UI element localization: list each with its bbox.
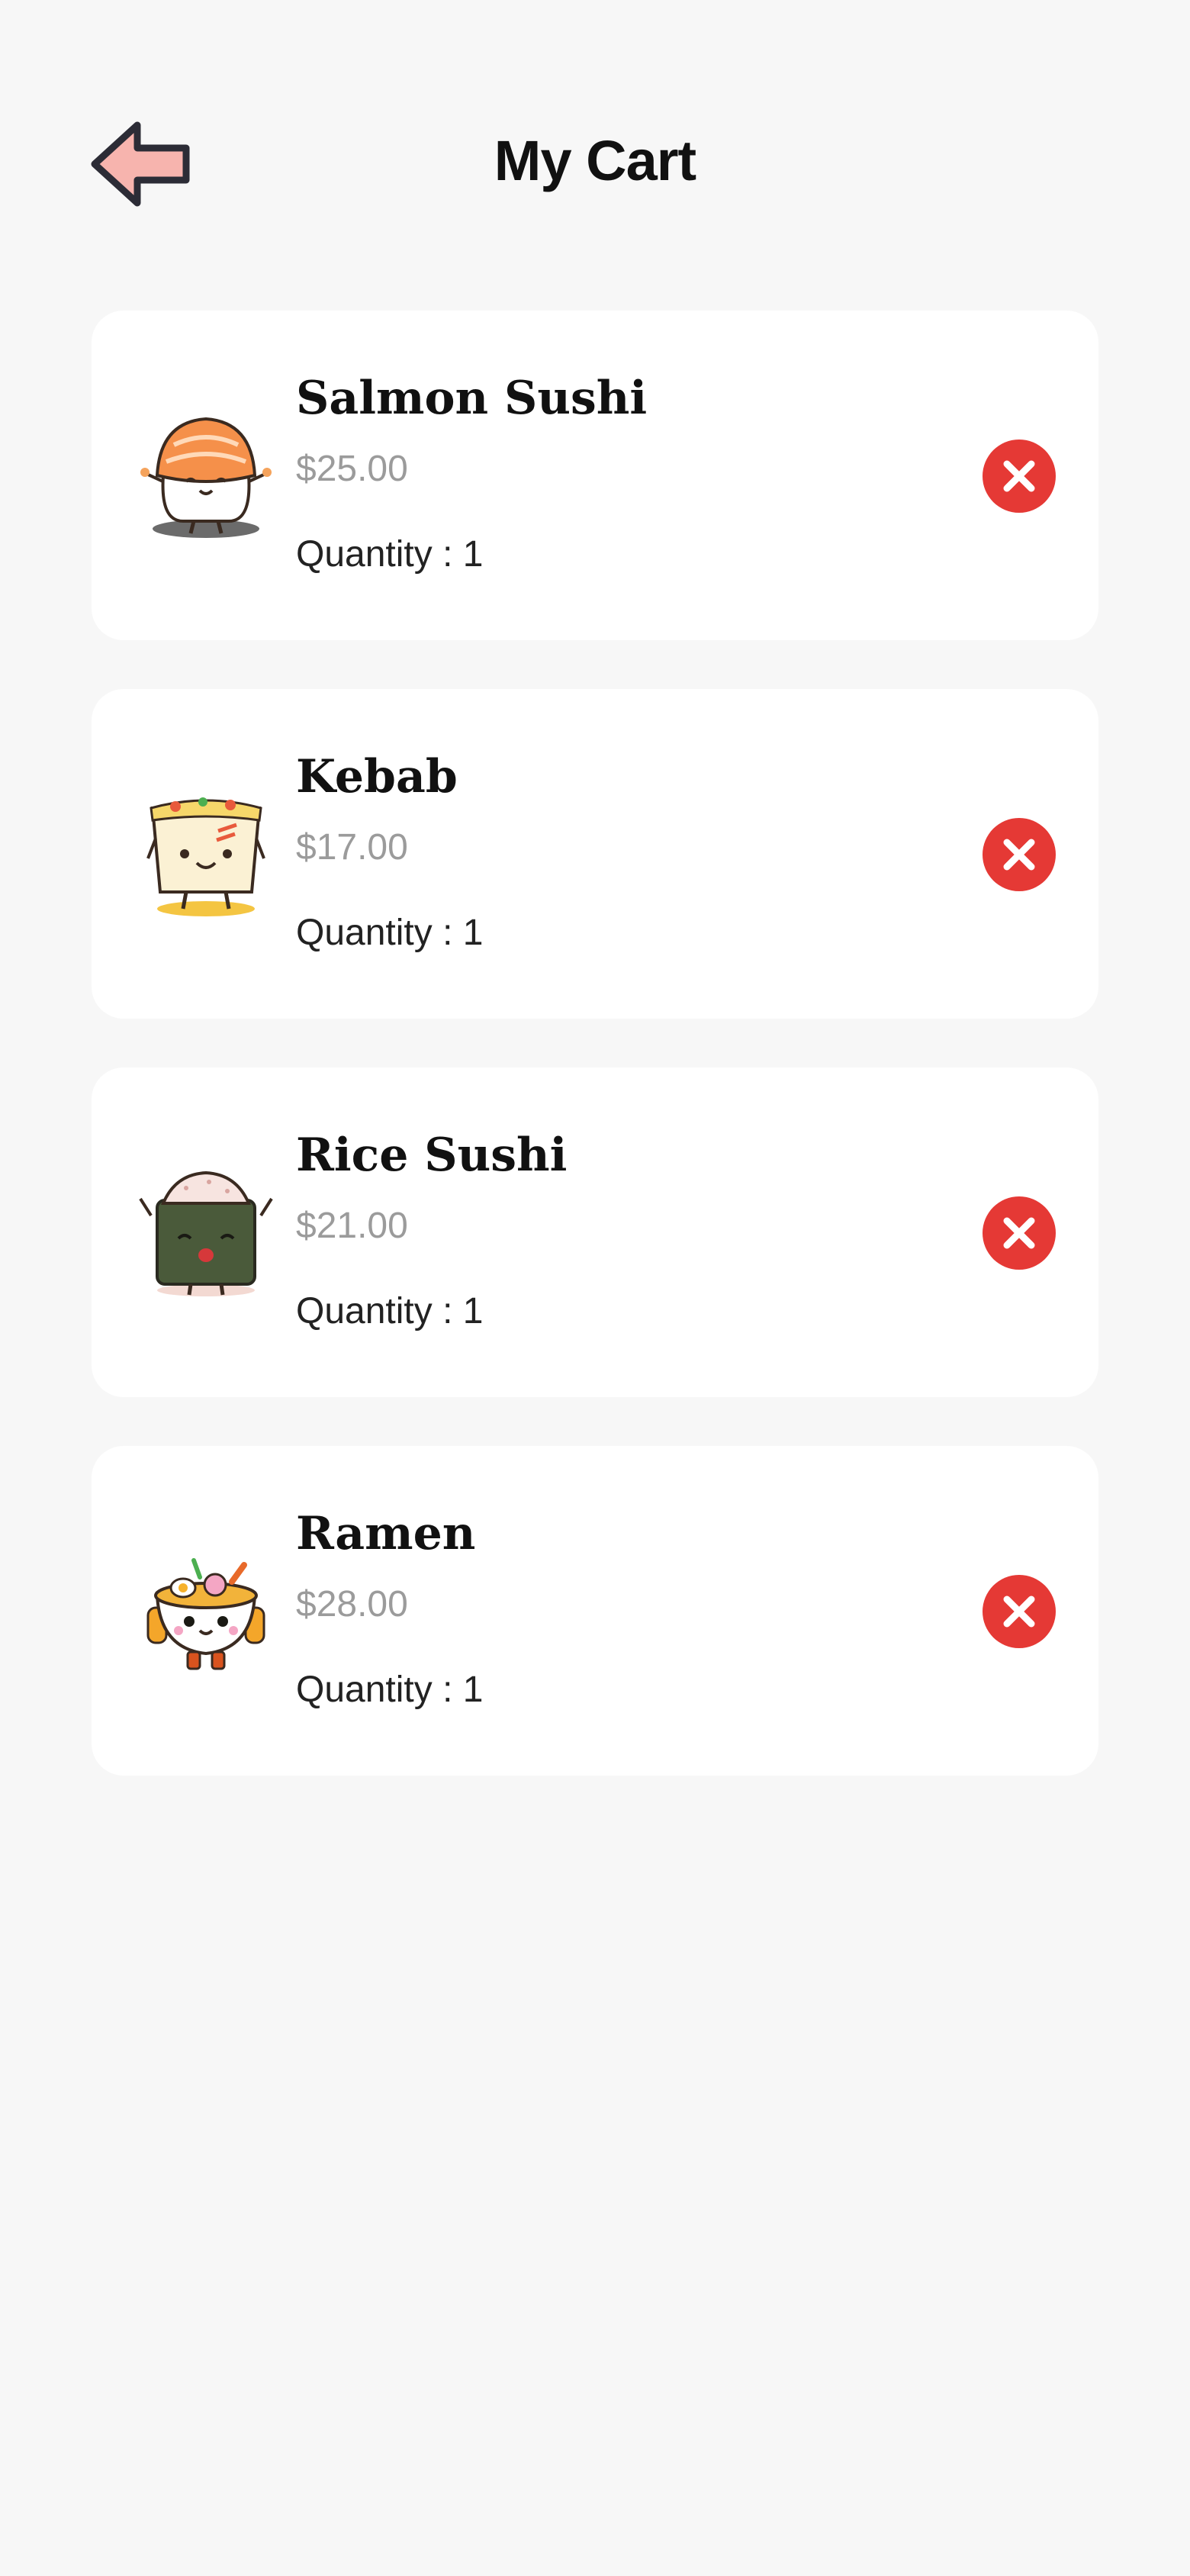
close-icon — [1003, 1596, 1035, 1628]
remove-item-button[interactable] — [983, 1575, 1056, 1648]
item-quantity: Quantity : 1 — [296, 913, 484, 953]
close-icon — [1003, 839, 1035, 871]
item-name: Salmon Sushi — [296, 372, 648, 425]
remove-item-button[interactable] — [983, 1196, 1056, 1270]
ramen-icon — [130, 1534, 282, 1687]
item-price: $21.00 — [296, 1206, 408, 1246]
item-quantity: Quantity : 1 — [296, 534, 484, 575]
cart-item-salmon-sushi[interactable]: Salmon Sushi $25.00 Quantity : 1 — [92, 311, 1098, 640]
salmon-sushi-icon — [130, 399, 282, 552]
page-title: My Cart — [494, 129, 696, 192]
kebab-icon — [130, 778, 282, 930]
item-name: Ramen — [296, 1507, 476, 1560]
close-icon — [1003, 1217, 1035, 1249]
item-quantity: Quantity : 1 — [296, 1670, 484, 1710]
cart-screen: My Cart Salmon Sushi $25.00 Quantity: 1… — [0, 0, 1190, 2576]
item-name: Rice Sushi — [296, 1129, 568, 1182]
item-price: $28.00 — [296, 1584, 408, 1624]
cart-item-kebab[interactable]: Kebab $17.00 Quantity : 1 — [92, 689, 1098, 1019]
item-price: $25.00 — [296, 449, 408, 489]
cart-list: Salmon Sushi $25.00 Quantity : 1 Kebab $… — [92, 311, 1098, 1824]
item-name: Kebab — [296, 750, 458, 803]
cart-item-ramen[interactable]: Ramen $28.00 Quantity : 1 — [92, 1446, 1098, 1776]
remove-item-button[interactable] — [983, 818, 1056, 891]
rice-sushi-icon — [130, 1156, 282, 1309]
header: My Cart — [0, 114, 1190, 214]
remove-item-button[interactable] — [983, 440, 1056, 513]
close-icon — [1003, 460, 1035, 492]
cart-item-rice-sushi[interactable]: Rice Sushi $21.00 Quantity : 1 — [92, 1067, 1098, 1397]
item-quantity: Quantity : 1 — [296, 1291, 484, 1331]
item-price: $17.00 — [296, 827, 408, 868]
